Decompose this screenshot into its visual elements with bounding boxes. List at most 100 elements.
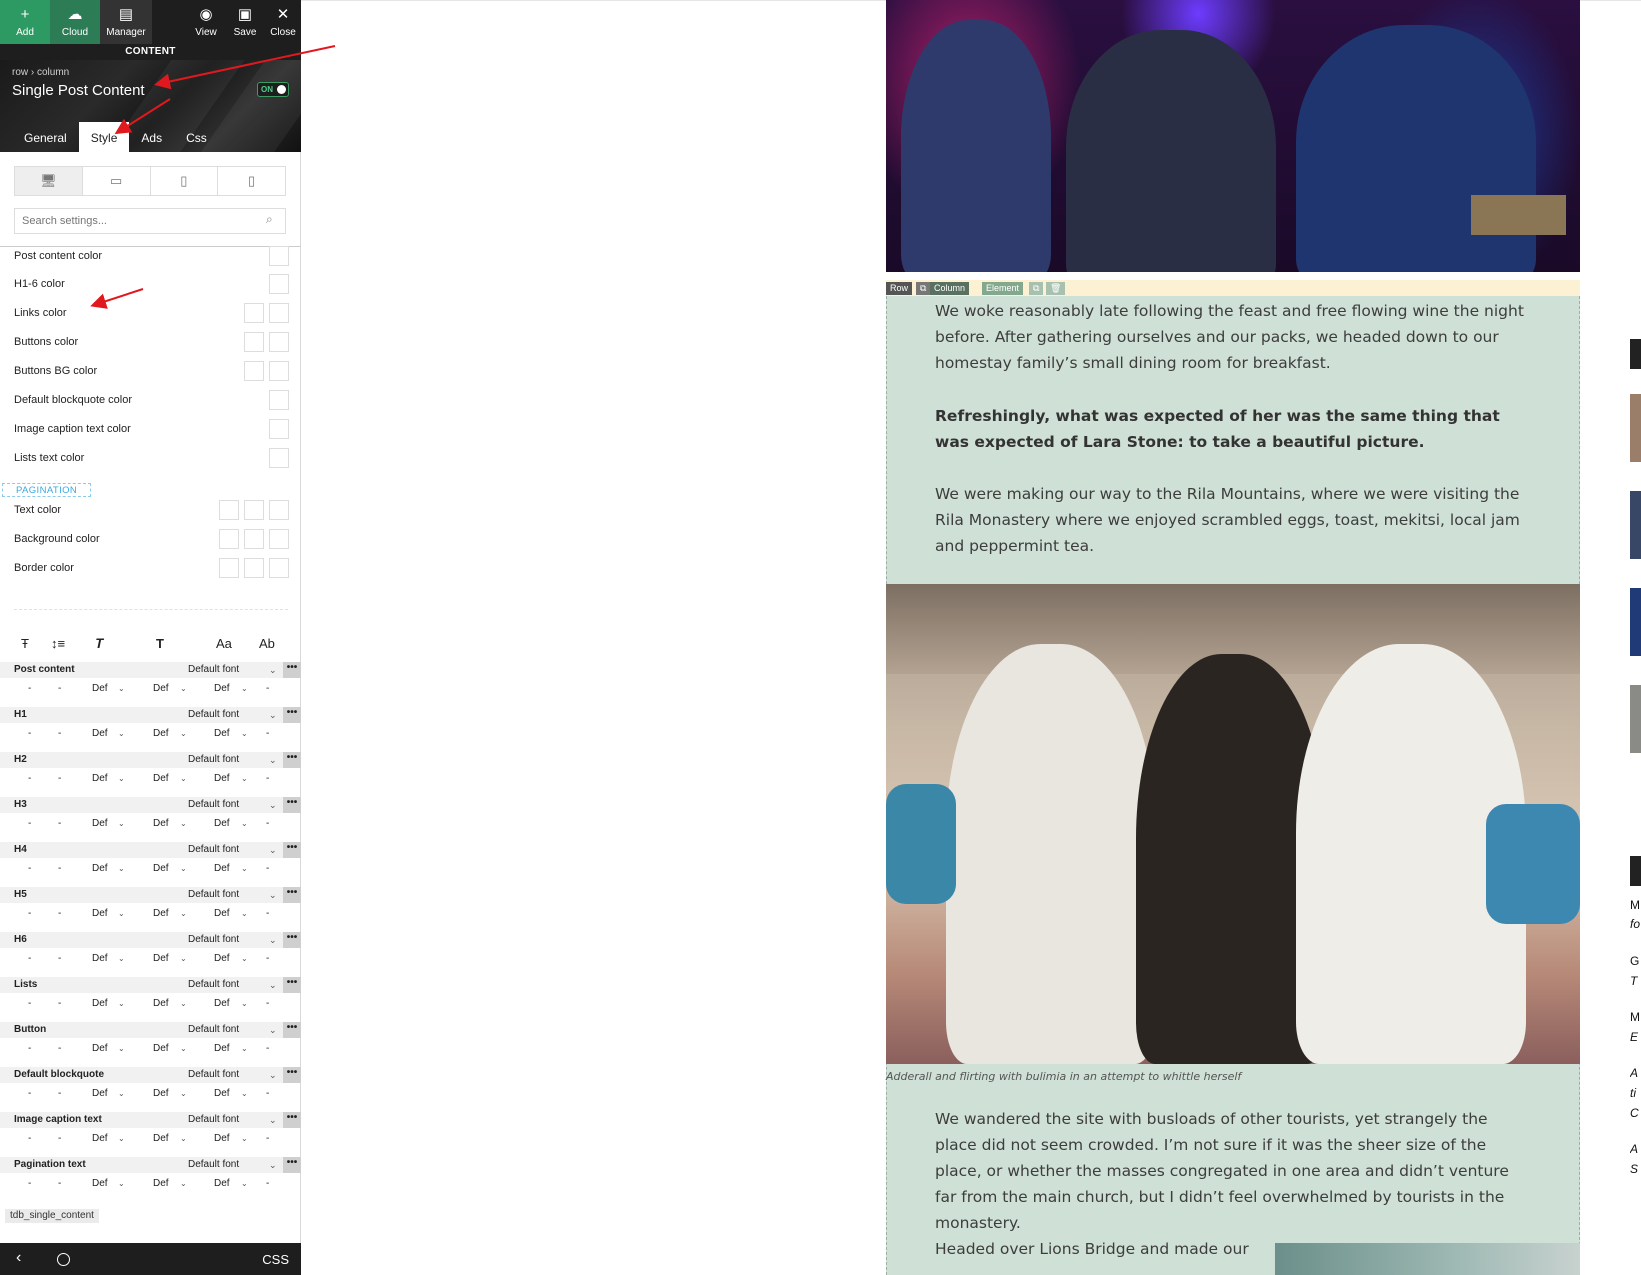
font-style-select[interactable]: Def	[92, 1083, 108, 1105]
row-label[interactable]: Row	[886, 282, 913, 295]
font-family-select[interactable]: Default font	[188, 797, 239, 813]
color-swatch[interactable]	[269, 419, 289, 439]
chevron-down-icon[interactable]: ⌄	[241, 1128, 248, 1150]
sidebar-thumbnail[interactable]	[1630, 491, 1641, 559]
chevron-down-icon[interactable]: ⌄	[241, 723, 248, 745]
chevron-down-icon[interactable]: ⌄	[241, 678, 248, 700]
chevron-down-icon[interactable]: ⌄	[118, 768, 125, 790]
chevron-down-icon[interactable]: ⌄	[118, 903, 125, 925]
manager-button[interactable]: ▤ Manager	[100, 0, 152, 44]
color-swatch[interactable]	[219, 529, 239, 549]
more-options-button[interactable]: •••	[283, 752, 301, 768]
chevron-down-icon[interactable]: ⌄	[269, 1112, 277, 1128]
circle-icon[interactable]	[57, 1253, 70, 1266]
font-weight-select[interactable]: Def	[153, 813, 169, 835]
text-transform-select[interactable]: Def	[214, 1038, 230, 1060]
more-options-button[interactable]: •••	[283, 1157, 301, 1173]
font-weight-select[interactable]: Def	[153, 948, 169, 970]
font-style-select[interactable]: Def	[92, 993, 108, 1015]
color-swatch[interactable]	[269, 274, 289, 294]
font-weight-select[interactable]: Def	[153, 1173, 169, 1195]
color-swatch[interactable]	[269, 361, 289, 381]
css-button[interactable]: CSS	[262, 1252, 289, 1267]
more-options-button[interactable]: •••	[283, 932, 301, 948]
chevron-down-icon[interactable]: ⌄	[118, 858, 125, 880]
line-height-input[interactable]: -	[58, 858, 61, 880]
line-height-input[interactable]: -	[58, 993, 61, 1015]
font-style-select[interactable]: Def	[92, 1038, 108, 1060]
chevron-down-icon[interactable]: ⌄	[118, 1128, 125, 1150]
chevron-down-icon[interactable]: ⌄	[180, 813, 187, 835]
chevron-down-icon[interactable]: ⌄	[118, 948, 125, 970]
more-options-button[interactable]: •••	[283, 977, 301, 993]
chevron-down-icon[interactable]: ⌄	[180, 903, 187, 925]
font-style-select[interactable]: Def	[92, 723, 108, 745]
chevron-down-icon[interactable]: ⌄	[180, 948, 187, 970]
font-style-select[interactable]: Def	[92, 813, 108, 835]
text-transform-select[interactable]: Def	[214, 1173, 230, 1195]
color-swatch[interactable]	[244, 558, 264, 578]
more-options-button[interactable]: •••	[283, 842, 301, 858]
font-family-select[interactable]: Default font	[188, 1157, 239, 1173]
font-weight-select[interactable]: Def	[153, 678, 169, 700]
font-weight-select[interactable]: Def	[153, 903, 169, 925]
font-size-input[interactable]: -	[28, 813, 31, 835]
letter-spacing-input[interactable]: -	[266, 813, 269, 835]
chevron-down-icon[interactable]: ⌄	[269, 662, 277, 678]
font-family-select[interactable]: Default font	[188, 842, 239, 858]
chevron-down-icon[interactable]: ⌄	[241, 993, 248, 1015]
font-family-select[interactable]: Default font	[188, 1112, 239, 1128]
color-swatch[interactable]	[269, 390, 289, 410]
close-button[interactable]: ✕ Close	[265, 0, 301, 44]
column-label[interactable]: Column	[930, 282, 970, 295]
line-height-input[interactable]: -	[58, 1083, 61, 1105]
font-style-select[interactable]: Def	[92, 1128, 108, 1150]
line-height-input[interactable]: -	[58, 948, 61, 970]
tablet-portrait-device-button[interactable]: ▯	[151, 167, 219, 195]
font-size-input[interactable]: -	[28, 723, 31, 745]
save-button[interactable]: ▣ Save	[225, 0, 265, 44]
color-swatch[interactable]	[244, 500, 264, 520]
font-style-select[interactable]: Def	[92, 948, 108, 970]
chevron-down-icon[interactable]: ⌄	[269, 707, 277, 723]
color-swatch[interactable]	[269, 558, 289, 578]
chevron-down-icon[interactable]: ⌄	[180, 993, 187, 1015]
font-family-select[interactable]: Default font	[188, 977, 239, 993]
back-icon[interactable]: ‹	[16, 1249, 21, 1267]
color-swatch[interactable]	[244, 303, 264, 323]
font-family-select[interactable]: Default font	[188, 707, 239, 723]
add-button[interactable]: + Add	[0, 0, 50, 44]
color-swatch[interactable]	[269, 500, 289, 520]
font-weight-select[interactable]: Def	[153, 1083, 169, 1105]
chevron-down-icon[interactable]: ⌄	[118, 723, 125, 745]
letter-spacing-input[interactable]: -	[266, 1128, 269, 1150]
more-options-button[interactable]: •••	[283, 887, 301, 903]
text-transform-select[interactable]: Def	[214, 723, 230, 745]
chevron-down-icon[interactable]: ⌄	[269, 1157, 277, 1173]
letter-spacing-input[interactable]: -	[266, 1173, 269, 1195]
chevron-down-icon[interactable]: ⌄	[269, 1022, 277, 1038]
chevron-down-icon[interactable]: ⌄	[118, 813, 125, 835]
desktop-device-button[interactable]: 🖥	[15, 167, 83, 195]
font-family-select[interactable]: Default font	[188, 1022, 239, 1038]
font-size-input[interactable]: -	[28, 858, 31, 880]
chevron-down-icon[interactable]: ⌄	[118, 1173, 125, 1195]
text-transform-select[interactable]: Def	[214, 858, 230, 880]
chevron-down-icon[interactable]: ⌄	[241, 1173, 248, 1195]
line-height-input[interactable]: -	[58, 723, 61, 745]
font-family-select[interactable]: Default font	[188, 887, 239, 903]
chevron-down-icon[interactable]: ⌄	[118, 678, 125, 700]
chevron-down-icon[interactable]: ⌄	[180, 1173, 187, 1195]
font-weight-select[interactable]: Def	[153, 768, 169, 790]
chevron-down-icon[interactable]: ⌄	[180, 1128, 187, 1150]
letter-spacing-input[interactable]: -	[266, 993, 269, 1015]
chevron-down-icon[interactable]: ⌄	[269, 797, 277, 813]
sidebar-thumbnail[interactable]	[1630, 394, 1641, 462]
line-height-input[interactable]: -	[58, 1128, 61, 1150]
chevron-down-icon[interactable]: ⌄	[241, 948, 248, 970]
line-height-input[interactable]: -	[58, 1173, 61, 1195]
tab-style[interactable]: Style	[78, 122, 130, 152]
font-style-select[interactable]: Def	[92, 768, 108, 790]
chevron-down-icon[interactable]: ⌄	[180, 768, 187, 790]
font-size-input[interactable]: -	[28, 678, 31, 700]
